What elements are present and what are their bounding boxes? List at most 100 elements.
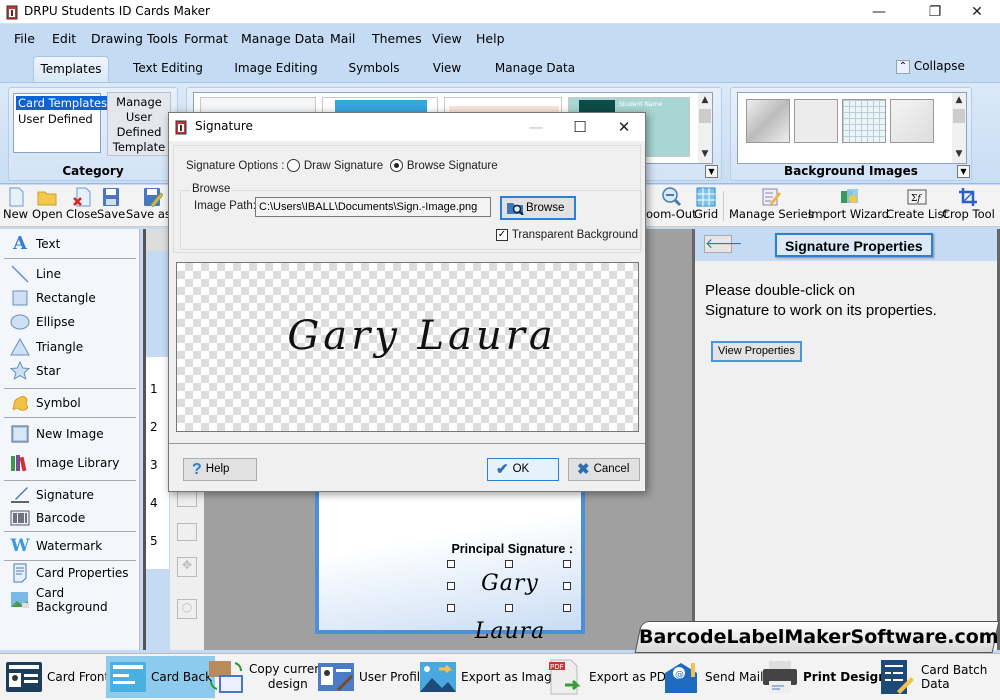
image-path-input[interactable]: C:\Users\IBALL\Documents\Sign.-Image.png [255,197,491,217]
collapse-button[interactable]: ⌃ Collapse [896,59,965,74]
tool-card-properties[interactable]: Card Properties [10,562,129,584]
category-list[interactable]: Card Templates User Defined [13,93,110,153]
cancel-button[interactable]: ✖ Cancel [568,458,640,481]
text-icon: A [13,233,27,254]
draw-signature-radio[interactable]: Draw Signature [287,158,383,172]
minimize-button[interactable]: — [856,0,902,24]
help-question-icon: ? [192,461,202,478]
resize-handle[interactable] [563,560,571,568]
resize-handle[interactable] [447,604,455,612]
view-properties-button[interactable]: View Properties [711,341,802,362]
tool-signature[interactable]: Signature [10,484,94,506]
tool-line[interactable]: Line [10,263,61,285]
tool-card-background[interactable]: Card Background [10,586,139,614]
card-back-button[interactable]: Card Back [106,656,216,698]
category-item-user-defined[interactable]: User Defined [16,112,95,126]
back-arrow-icon[interactable]: 🡐 [704,235,743,253]
menu-themes[interactable]: Themes [372,31,422,46]
save-button[interactable]: Save [97,187,125,221]
help-button[interactable]: ? Help [183,458,257,481]
menu-manage-data[interactable]: Manage Data [241,31,324,46]
menu-help[interactable]: Help [476,31,505,46]
print-design-button[interactable]: Print Design [758,656,890,698]
manage-user-defined-template-button[interactable]: Manage User Defined Template [107,92,171,156]
triangle-icon [10,337,30,356]
tool-ellipse[interactable]: Ellipse [10,311,75,333]
tab-image-editing[interactable]: Image Editing [230,56,322,82]
template-gallery-scrollbar[interactable]: ▲ ▼ [698,93,712,163]
bottom-action-bar: Card Front Card Back Copy current design … [0,653,1000,700]
tool-triangle[interactable]: Triangle [10,336,83,358]
resize-handle[interactable] [447,582,455,590]
browse-signature-radio[interactable]: Browse Signature [390,158,498,172]
background-thumbnail[interactable] [746,99,790,143]
manage-series-button[interactable]: Manage Series [729,187,814,221]
close-button[interactable]: ✕ [954,0,1000,24]
transparent-background-checkbox[interactable]: ✓ Transparent Background [496,227,638,241]
move-tool-icon[interactable]: ✥ [177,557,197,577]
resize-handle[interactable] [563,604,571,612]
import-wizard-label: Import Wizard [808,207,890,221]
import-wizard-button[interactable]: Import Wizard [808,187,889,221]
user-profile-button[interactable]: User Profile [314,656,430,698]
card-front-button[interactable]: Card Front [2,656,112,698]
card-batch-data-button[interactable]: Card Batch Data [876,656,1000,698]
export-image-button[interactable]: Export as Image [416,656,562,698]
open-button[interactable]: Open [32,187,63,221]
tool-symbol[interactable]: Symbol [10,392,81,414]
frame-tool-icon[interactable] [177,523,197,541]
background-thumbnail[interactable] [794,99,838,143]
dialog-maximize-button[interactable]: ☐ [557,113,603,141]
send-mail-button[interactable]: @ Send Mail [660,656,766,698]
tool-text[interactable]: A Text [10,233,60,255]
resize-handle[interactable] [505,604,513,612]
ok-button[interactable]: ✔ OK [487,458,559,481]
menu-file[interactable]: File [14,31,35,46]
crop-tool-button[interactable]: Crop Tool [942,187,995,221]
tool-star[interactable]: Star [10,360,61,382]
background-thumbnail[interactable] [890,99,934,143]
scroll-up-icon[interactable]: ▲ [698,93,712,107]
create-list-button[interactable]: Σ𝑓 Create List [886,187,948,221]
tool-watermark[interactable]: W Watermark [10,535,102,557]
tab-manage-data[interactable]: Manage Data [490,56,580,82]
tool-barcode[interactable]: Barcode [10,507,85,529]
category-item-card-templates[interactable]: Card Templates [16,96,110,110]
resize-handle[interactable] [447,560,455,568]
background-gallery-scrollbar[interactable]: ▲ ▼ [952,93,966,163]
resize-handle[interactable] [563,582,571,590]
copy-current-design-button[interactable]: Copy current design [204,656,330,698]
menu-mail[interactable]: Mail [330,31,355,46]
tool-rectangle[interactable]: Rectangle [10,287,96,309]
menu-view[interactable]: View [432,31,462,46]
scroll-down-icon[interactable]: ▼ [698,147,712,161]
browse-button[interactable]: Browse [500,196,576,220]
zoom-out-label: oom-Out [646,207,697,221]
background-images-label: Background Images [784,164,918,178]
import-wizard-icon [840,189,858,203]
tab-symbols[interactable]: Symbols [343,56,405,82]
tab-templates[interactable]: Templates [33,56,109,82]
zoom-out-button[interactable]: oom-Out [646,187,697,221]
dialog-minimize-button[interactable]: — [513,113,559,141]
tool-image-library[interactable]: Image Library [10,452,119,474]
tab-text-editing[interactable]: Text Editing [128,56,208,82]
background-thumbnail[interactable] [842,99,886,143]
tool-new-image[interactable]: New Image [10,423,104,445]
menu-format[interactable]: Format [184,31,228,46]
new-button[interactable]: New [3,187,28,221]
grid-button[interactable]: Grid [694,187,718,221]
close-file-button[interactable]: Close [66,187,97,221]
id-card-back[interactable]: Principal Signature : Gary Laura [315,470,585,644]
gallery-expand-icon[interactable]: ▼ [705,165,718,178]
export-pdf-button[interactable]: PDF Export as PDF [544,656,676,698]
scroll-up-icon[interactable]: ▲ [952,93,966,107]
menu-drawing-tools[interactable]: Drawing Tools [91,31,178,46]
scroll-down-icon[interactable]: ▼ [952,147,966,161]
tab-view[interactable]: View [426,56,468,82]
restore-button[interactable]: ❐ [912,0,958,24]
zoom-tool-icon[interactable]: ○ [177,599,197,619]
resize-handle[interactable] [505,560,513,568]
dialog-close-button[interactable]: ✕ [601,113,647,141]
menu-edit[interactable]: Edit [52,31,76,46]
